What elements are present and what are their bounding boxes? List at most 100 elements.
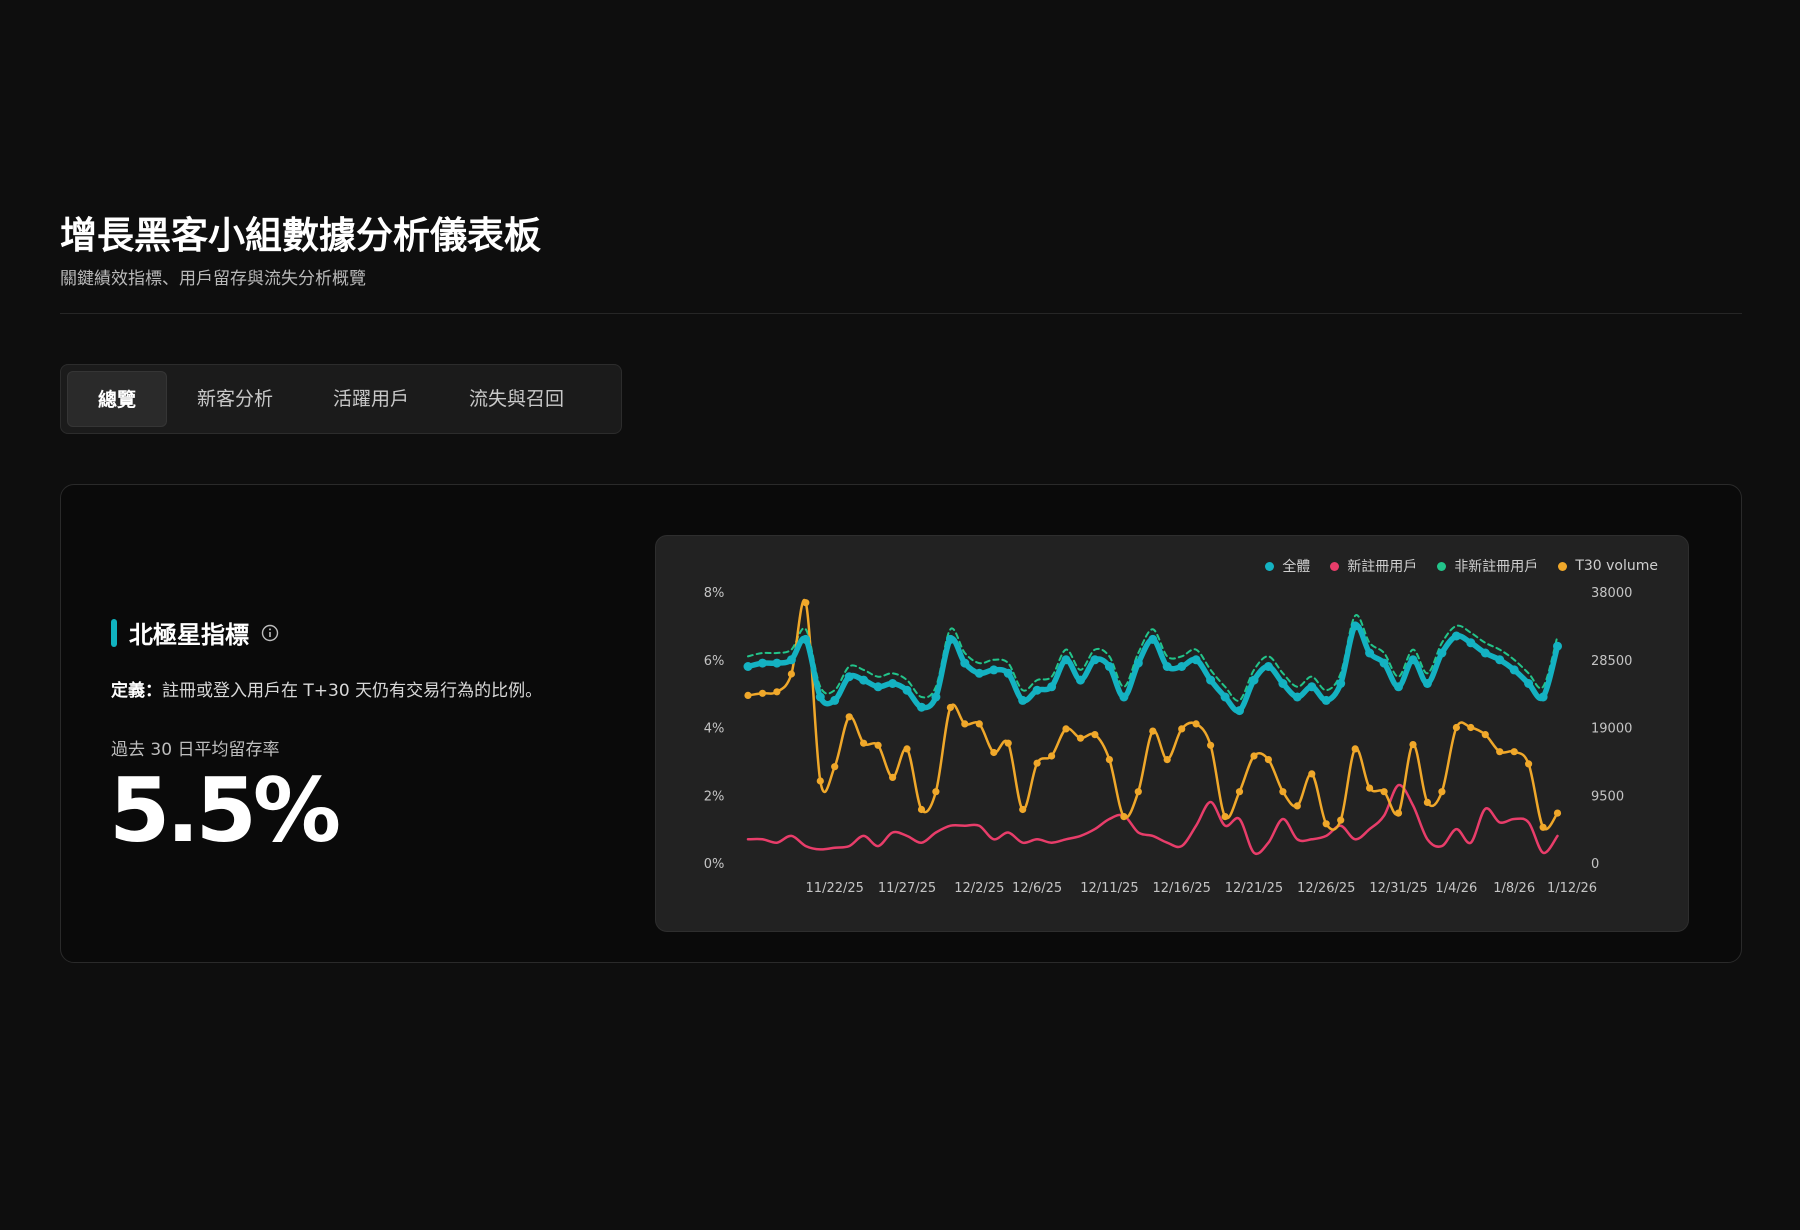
- data-point-all[interactable]: [1408, 655, 1418, 665]
- data-point-all[interactable]: [1394, 682, 1403, 692]
- data-point-volume[interactable]: [1322, 820, 1330, 828]
- data-point-all[interactable]: [974, 668, 984, 678]
- data-point-volume[interactable]: [845, 713, 853, 721]
- data-point-volume[interactable]: [1207, 741, 1215, 749]
- data-point-all[interactable]: [1148, 634, 1158, 644]
- data-point-all[interactable]: [1263, 662, 1273, 671]
- data-point-all[interactable]: [1220, 692, 1230, 702]
- data-point-volume[interactable]: [961, 720, 969, 728]
- data-point-all[interactable]: [1480, 648, 1490, 658]
- data-point-all[interactable]: [1090, 655, 1100, 665]
- data-point-all[interactable]: [1177, 662, 1187, 671]
- data-point-all[interactable]: [917, 702, 926, 712]
- data-point-volume[interactable]: [917, 805, 926, 814]
- data-point-all[interactable]: [1032, 685, 1042, 695]
- data-point-volume[interactable]: [1510, 748, 1518, 756]
- data-point-volume[interactable]: [990, 748, 998, 757]
- data-point-volume[interactable]: [1467, 723, 1475, 732]
- data-point-volume[interactable]: [1091, 731, 1099, 739]
- data-point-volume[interactable]: [1366, 784, 1374, 792]
- data-point-all[interactable]: [1350, 621, 1360, 631]
- data-point-all[interactable]: [1133, 658, 1143, 668]
- data-point-all[interactable]: [1437, 648, 1447, 658]
- data-point-all[interactable]: [1206, 675, 1216, 685]
- data-point-all[interactable]: [902, 685, 912, 695]
- data-point-volume[interactable]: [1452, 723, 1460, 732]
- series-line-non-new[interactable]: [747, 614, 1559, 702]
- data-point-volume[interactable]: [1553, 809, 1562, 817]
- data-point-all[interactable]: [888, 679, 898, 688]
- data-point-all[interactable]: [1235, 706, 1244, 716]
- data-point-volume[interactable]: [1380, 788, 1388, 796]
- data-point-volume[interactable]: [1308, 770, 1316, 778]
- tab-overview[interactable]: 總覽: [67, 371, 168, 427]
- retention-line-chart[interactable]: 0% 2% 4% 6% 8% 0 9500 19000 28500 38000 11/22/25 11…: [656, 536, 1689, 932]
- data-point-volume[interactable]: [773, 688, 781, 696]
- data-point-volume[interactable]: [787, 670, 795, 678]
- data-point-all[interactable]: [1119, 692, 1129, 702]
- data-point-all[interactable]: [815, 692, 825, 702]
- data-point-volume[interactable]: [1004, 739, 1012, 747]
- data-point-all[interactable]: [1451, 631, 1461, 641]
- data-point-all[interactable]: [1047, 682, 1057, 692]
- tab-new-customer-analysis[interactable]: 新客分析: [167, 371, 303, 427]
- data-point-volume[interactable]: [1279, 788, 1287, 796]
- data-point-all[interactable]: [801, 634, 811, 644]
- data-point-all[interactable]: [873, 682, 883, 692]
- data-point-volume[interactable]: [744, 691, 752, 699]
- data-point-volume[interactable]: [1120, 813, 1128, 821]
- data-point-all[interactable]: [1553, 641, 1562, 651]
- data-point-volume[interactable]: [1163, 756, 1171, 764]
- series-line-new[interactable]: [746, 783, 1559, 855]
- data-point-all[interactable]: [844, 672, 854, 682]
- data-point-volume[interactable]: [1076, 734, 1085, 742]
- info-icon[interactable]: [261, 624, 279, 642]
- data-point-volume[interactable]: [1019, 805, 1027, 814]
- data-point-all[interactable]: [772, 658, 782, 668]
- data-point-volume[interactable]: [1134, 788, 1142, 796]
- data-point-volume[interactable]: [802, 599, 810, 607]
- data-point-all[interactable]: [1076, 675, 1085, 685]
- data-point-all[interactable]: [743, 662, 753, 671]
- data-point-all[interactable]: [960, 658, 970, 668]
- tab-churn-and-recall[interactable]: 流失與召回: [439, 371, 594, 427]
- data-point-volume[interactable]: [1438, 788, 1446, 796]
- data-point-all[interactable]: [1538, 692, 1548, 702]
- data-point-all[interactable]: [1061, 655, 1071, 665]
- data-point-volume[interactable]: [1192, 720, 1200, 728]
- data-point-volume[interactable]: [1062, 725, 1070, 733]
- data-point-volume[interactable]: [1221, 813, 1229, 821]
- data-point-all[interactable]: [1365, 648, 1375, 658]
- data-point-volume[interactable]: [1048, 752, 1056, 760]
- data-point-volume[interactable]: [889, 773, 897, 781]
- data-point-volume[interactable]: [1525, 760, 1533, 768]
- data-point-all[interactable]: [1162, 662, 1172, 671]
- data-point-all[interactable]: [1524, 679, 1534, 688]
- tab-active-users[interactable]: 活躍用戶: [303, 371, 439, 427]
- data-point-all[interactable]: [758, 658, 767, 668]
- data-point-volume[interactable]: [874, 741, 882, 749]
- data-point-all[interactable]: [1379, 658, 1389, 668]
- data-point-all[interactable]: [1191, 655, 1201, 665]
- data-point-all[interactable]: [1422, 679, 1432, 688]
- data-point-all[interactable]: [830, 695, 840, 705]
- data-point-all[interactable]: [945, 634, 955, 644]
- data-point-all[interactable]: [786, 655, 796, 665]
- data-point-volume[interactable]: [1539, 823, 1547, 831]
- data-point-all[interactable]: [1278, 679, 1288, 688]
- data-point-all[interactable]: [989, 665, 999, 675]
- data-point-volume[interactable]: [758, 689, 767, 697]
- data-point-all[interactable]: [1307, 682, 1317, 692]
- data-point-volume[interactable]: [1149, 727, 1157, 735]
- data-point-all[interactable]: [1495, 655, 1505, 665]
- data-point-volume[interactable]: [1394, 809, 1403, 817]
- data-point-volume[interactable]: [1496, 748, 1504, 756]
- data-point-all[interactable]: [1249, 675, 1259, 685]
- data-point-volume[interactable]: [1178, 725, 1186, 733]
- data-point-all[interactable]: [1321, 695, 1331, 705]
- data-point-volume[interactable]: [946, 703, 954, 712]
- data-point-all[interactable]: [859, 675, 869, 685]
- data-point-volume[interactable]: [1423, 798, 1431, 806]
- series-line-volume[interactable]: [746, 598, 1559, 831]
- data-point-volume[interactable]: [816, 777, 824, 785]
